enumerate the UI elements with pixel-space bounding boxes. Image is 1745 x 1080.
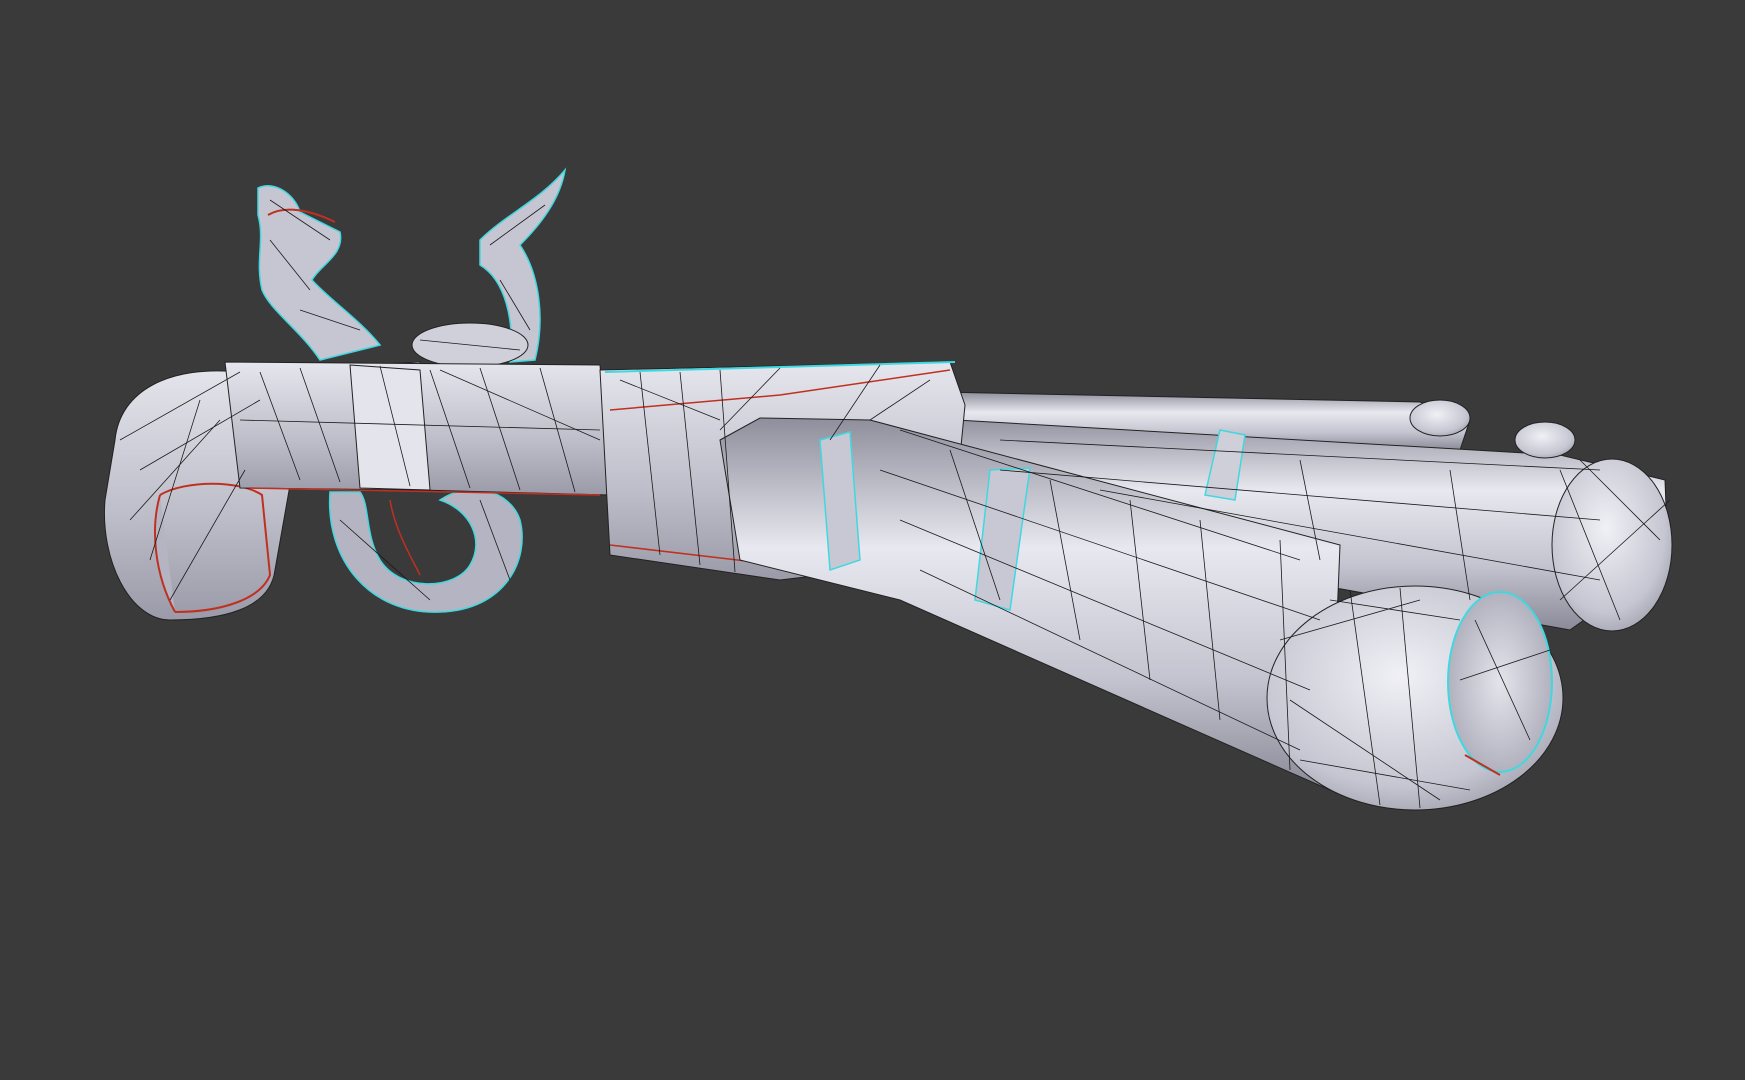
trigger-guard	[328, 488, 523, 613]
muzzle-bore	[1447, 591, 1553, 773]
flintlock-hammer	[257, 185, 382, 361]
mesh-render	[103, 167, 1673, 811]
3d-viewport[interactable]	[0, 0, 1745, 1080]
